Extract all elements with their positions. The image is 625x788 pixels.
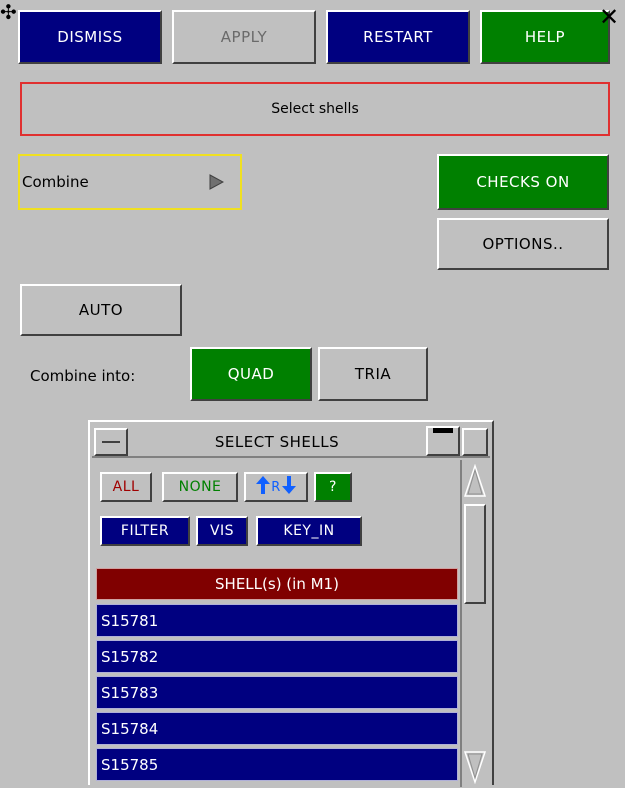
reverse-selection-button[interactable]: R (244, 472, 308, 502)
dismiss-button[interactable]: DISMISS (18, 10, 162, 64)
mode-dropdown-value: Combine (22, 173, 89, 191)
list-header: SHELL(s) (in M1) (96, 568, 458, 600)
list-item[interactable]: S15781 (96, 604, 458, 637)
checks-on-button[interactable]: CHECKS ON (437, 154, 609, 210)
triangle-right-icon (208, 174, 225, 194)
select-shells-prompt: Select shells (20, 82, 610, 136)
arrow-down-icon (281, 476, 296, 498)
key-in-button[interactable]: KEY_IN (256, 516, 362, 546)
scroll-down-icon[interactable] (463, 750, 487, 788)
scroll-thumb[interactable] (464, 504, 486, 604)
restore-icon[interactable] (462, 428, 488, 456)
list-item[interactable]: S15785 (96, 748, 458, 781)
move-icon[interactable]: ✣ (0, 2, 20, 24)
scroll-up-icon[interactable] (463, 463, 487, 502)
list-item[interactable]: S15783 (96, 676, 458, 709)
help-question-button[interactable]: ? (314, 472, 352, 502)
panel-title-bar: SELECT SHELLS (92, 424, 490, 458)
maximize-icon[interactable] (426, 426, 460, 456)
close-icon[interactable]: ✕ (596, 4, 622, 30)
help-button[interactable]: HELP (480, 10, 610, 64)
select-all-button[interactable]: ALL (100, 472, 152, 502)
minimize-icon[interactable] (94, 428, 128, 456)
list-item[interactable]: S15782 (96, 640, 458, 673)
combine-into-label: Combine into: (30, 367, 136, 385)
select-none-button[interactable]: NONE (162, 472, 238, 502)
shell-list: S15781 S15782 S15783 S15784 S15785 (96, 604, 458, 784)
scrollbar[interactable] (460, 460, 488, 787)
auto-button[interactable]: AUTO (20, 284, 182, 336)
arrow-up-icon (256, 476, 271, 498)
apply-button[interactable]: APPLY (172, 10, 316, 64)
options-button[interactable]: OPTIONS.. (437, 218, 609, 270)
quad-button[interactable]: QUAD (190, 347, 312, 401)
list-item[interactable]: S15784 (96, 712, 458, 745)
select-shells-panel: SELECT SHELLS ALL NONE R ? FILTER VIS KE… (88, 420, 494, 787)
filter-button[interactable]: FILTER (100, 516, 190, 546)
mode-dropdown[interactable]: Combine (18, 154, 242, 210)
restart-button[interactable]: RESTART (326, 10, 470, 64)
panel-title: SELECT SHELLS (214, 433, 340, 451)
vis-button[interactable]: VIS (196, 516, 248, 546)
reverse-label: R (271, 479, 281, 495)
tria-button[interactable]: TRIA (318, 347, 428, 401)
